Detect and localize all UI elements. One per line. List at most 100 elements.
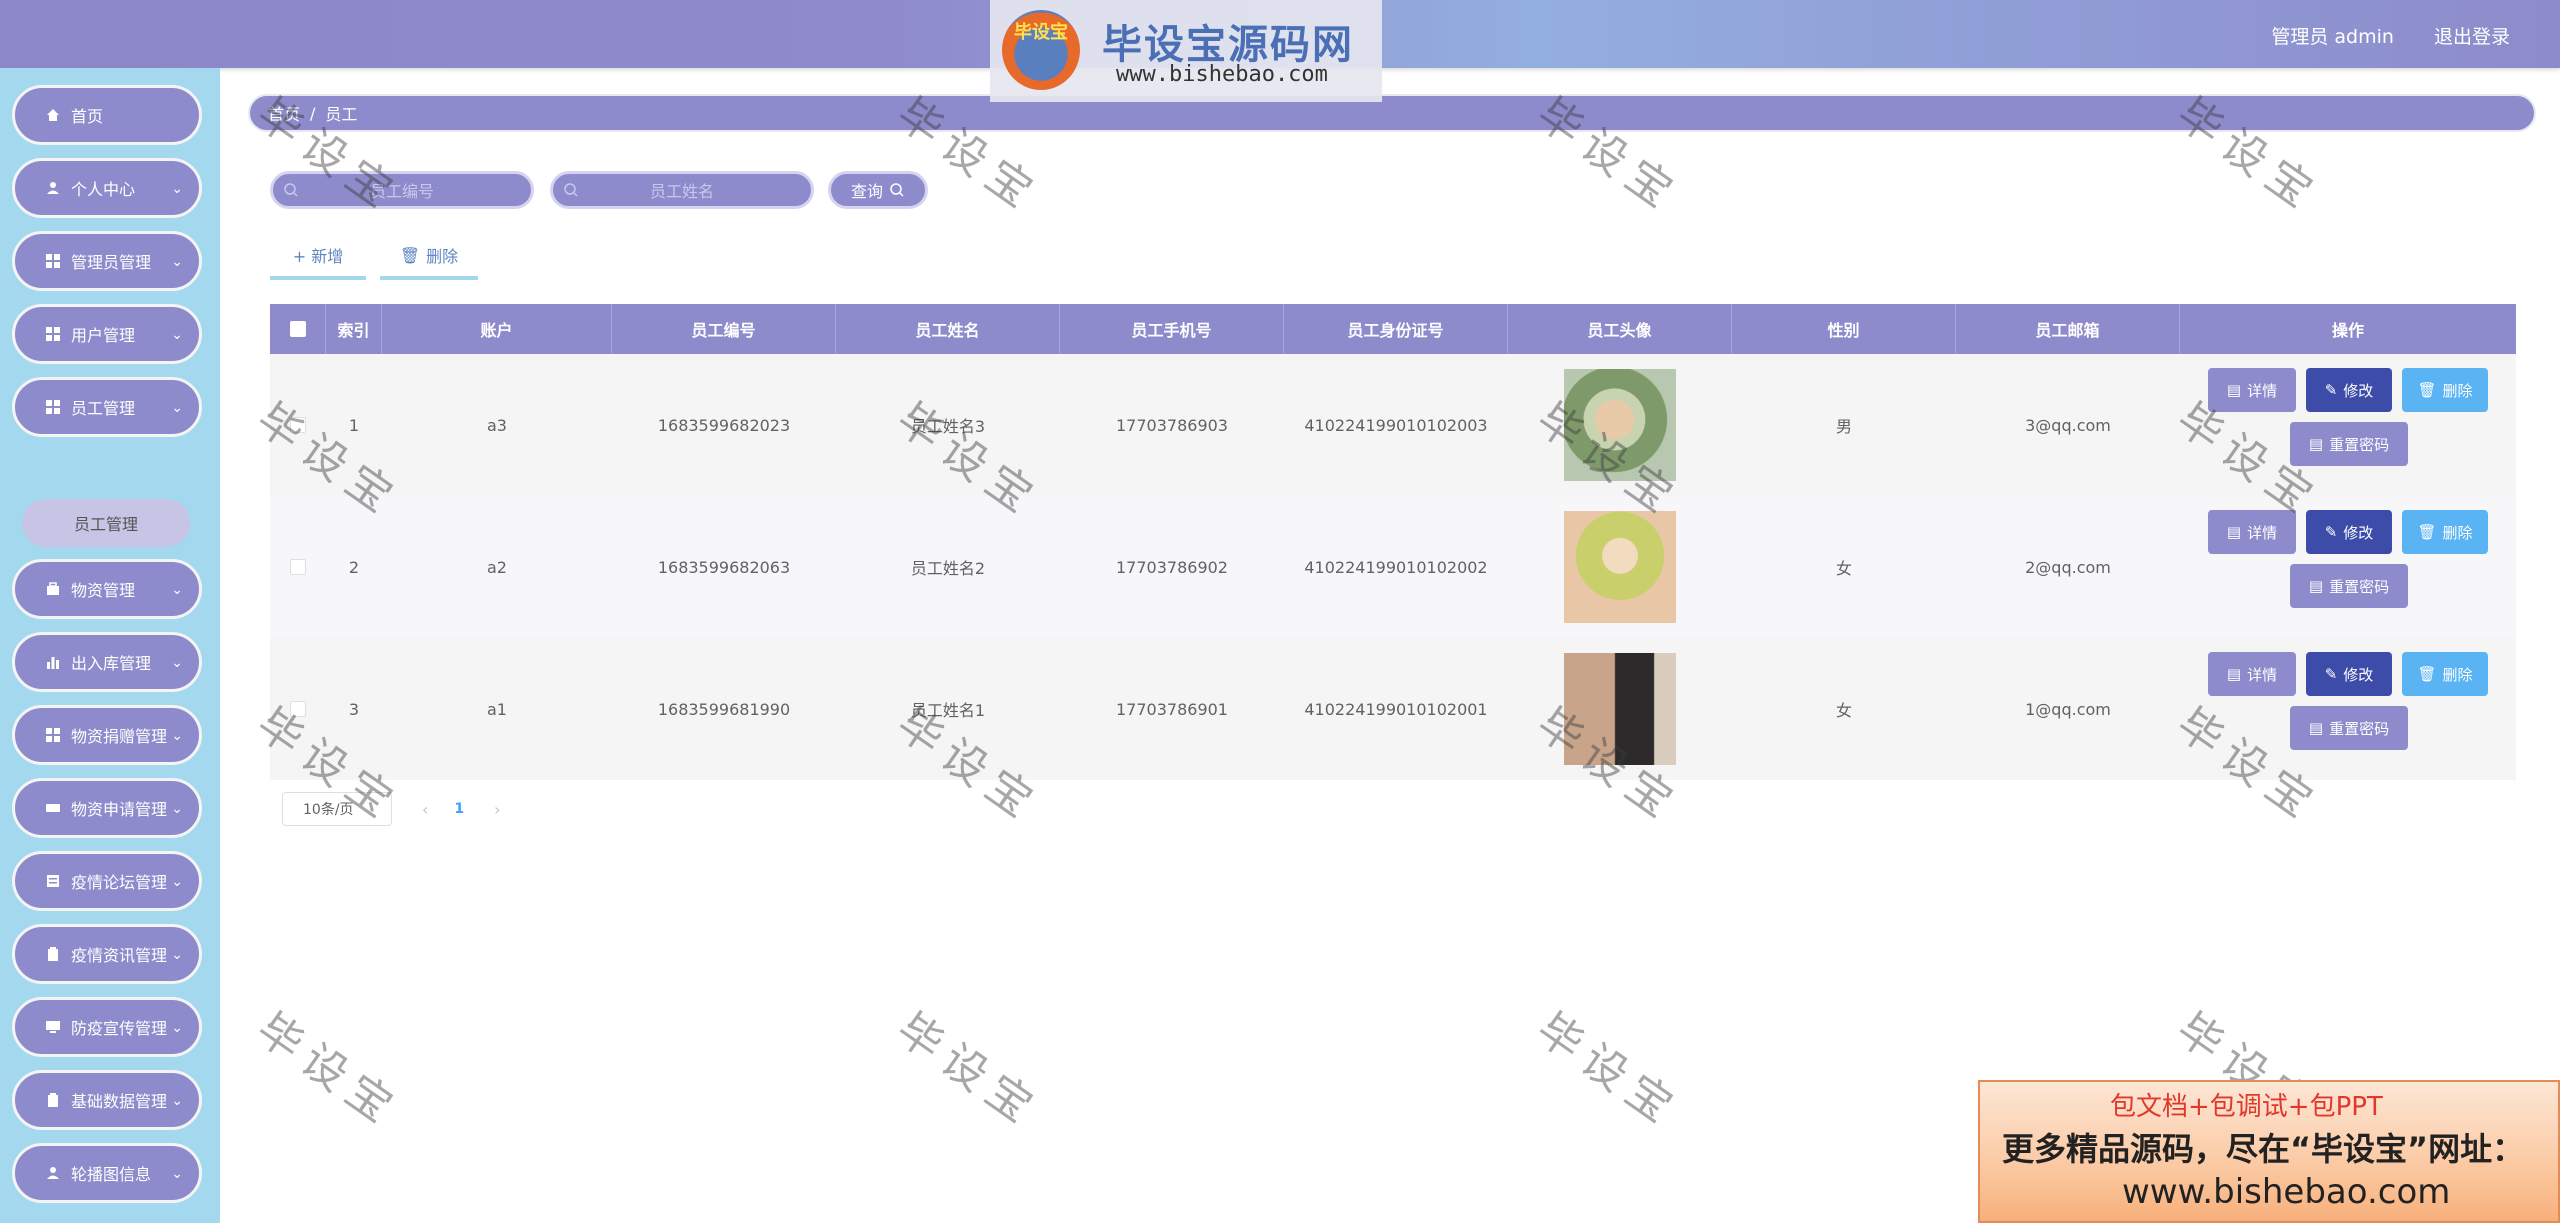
sidebar-item-home[interactable]: 首页	[12, 85, 202, 145]
edit-icon: ✎	[2324, 381, 2338, 399]
edit-icon: ✎	[2324, 665, 2338, 683]
chevron-down-icon: ⌄	[171, 801, 183, 817]
employee-avatar-image	[1564, 369, 1676, 481]
page-number-current[interactable]: 1	[454, 801, 464, 817]
edit-button[interactable]: ✎ 修改	[2306, 652, 2392, 696]
sidebar-subitem-employee-management[interactable]: 员工管理	[22, 499, 190, 547]
promo-line-3: www.bishebao.com	[2122, 1172, 2451, 1212]
sidebar-item-label: 物资捐赠管理	[71, 727, 168, 746]
row-checkbox-cell	[270, 496, 326, 638]
edit-button-label: 修改	[2343, 381, 2374, 400]
sidebar-item-donation-management[interactable]: 物资捐赠管理 ⌄	[12, 705, 202, 765]
cell-account: a3	[487, 415, 507, 435]
cell-gender: 女	[1835, 701, 1852, 720]
employee-no-placeholder: 员工编号	[369, 182, 434, 201]
cell-phone: 17703786901	[1116, 699, 1228, 719]
chevron-down-icon: ⌄	[171, 181, 183, 197]
delete-button[interactable]: 🗑 删除	[2402, 510, 2488, 554]
cell-operations: ▤ 详情 ✎ 修改 🗑 删除 ▤ 重置密码	[2180, 638, 2516, 780]
detail-button[interactable]: ▤ 详情	[2208, 652, 2296, 696]
select-all-checkbox[interactable]	[289, 321, 306, 337]
sidebar-item-label: 物资管理	[71, 581, 136, 600]
sidebar-item-supplies-management[interactable]: 物资管理 ⌄	[12, 559, 202, 619]
cell-employee-name: 员工姓名1	[910, 701, 986, 720]
grid-icon	[45, 399, 61, 415]
reset-password-label: 重置密码	[2329, 435, 2390, 454]
employee-avatar-image	[1564, 511, 1676, 623]
chevron-down-icon: ⌄	[171, 728, 183, 744]
monitor-icon	[45, 1019, 61, 1035]
home-icon	[45, 107, 61, 123]
sidebar-item-inout-management[interactable]: 出入库管理 ⌄	[12, 632, 202, 692]
sidebar-item-label: 防疫宣传管理	[71, 1019, 168, 1038]
trash-icon: 🗑	[2417, 665, 2437, 683]
sidebar-item-user-management[interactable]: 用户管理 ⌄	[12, 304, 202, 364]
clipboard-icon	[45, 946, 61, 962]
query-button[interactable]: 查询	[828, 171, 928, 209]
document-icon: ▤	[2308, 719, 2324, 737]
chevron-down-icon: ⌄	[171, 254, 183, 270]
cell-employee-name: 员工姓名3	[910, 417, 986, 436]
sidebar-item-employee-management[interactable]: 员工管理 ⌄	[12, 377, 202, 437]
row-checkbox[interactable]	[290, 701, 306, 717]
sidebar-item-label: 轮播图信息	[71, 1165, 152, 1184]
reset-password-button[interactable]: ▤ 重置密码	[2290, 564, 2408, 608]
delete-button[interactable]: 🗑 删除	[2402, 652, 2488, 696]
top-right-user-area: 管理员 admin 退出登录	[2237, 22, 2510, 49]
user-icon	[45, 180, 61, 196]
detail-button[interactable]: ▤ 详情	[2208, 368, 2296, 412]
employee-table: 索引 账户 员工编号 员工姓名 员工手机号 员工身份证号 员工头像 性别 员工邮…	[270, 304, 2516, 780]
sidebar-item-publicity-management[interactable]: 防疫宣传管理 ⌄	[12, 997, 202, 1057]
batch-delete-button[interactable]: 🗑 删除	[380, 234, 478, 280]
sidebar-item-forum-management[interactable]: 疫情论坛管理 ⌄	[12, 851, 202, 911]
cell-id-card: 410224199010102003	[1304, 415, 1488, 435]
sidebar-item-application-management[interactable]: 物资申请管理 ⌄	[12, 778, 202, 838]
sidebar-item-personal-center[interactable]: 个人中心 ⌄	[12, 158, 202, 218]
breadcrumb-home[interactable]: 首页	[268, 101, 300, 125]
cell-account: a1	[487, 699, 507, 719]
reset-password-button[interactable]: ▤ 重置密码	[2290, 422, 2408, 466]
cell-index: 2	[348, 557, 360, 577]
sidebar-item-news-management[interactable]: 疫情资讯管理 ⌄	[12, 924, 202, 984]
trash-icon: 🗑	[2417, 381, 2437, 399]
row-checkbox[interactable]	[290, 559, 306, 575]
chevron-down-icon: ⌄	[171, 874, 183, 890]
clipboard-icon	[45, 1092, 61, 1108]
delete-button[interactable]: 🗑 删除	[2402, 368, 2488, 412]
cell-operations: ▤ 详情 ✎ 修改 🗑 删除 ▤ 重置密码	[2180, 354, 2516, 496]
sidebar-item-basic-data-management[interactable]: 基础数据管理 ⌄	[12, 1070, 202, 1130]
search-icon	[564, 183, 578, 197]
promo-line-2: 更多精品源码，尽在“毕设宝”网址：	[2002, 1130, 2525, 1168]
cell-employee-name: 员工姓名2	[910, 559, 986, 578]
grid-icon	[45, 253, 61, 269]
cell-phone: 17703786903	[1116, 415, 1228, 435]
column-header: 员工邮箱	[1956, 304, 2180, 354]
logout-link[interactable]: 退出登录	[2434, 26, 2510, 48]
employee-no-search-input[interactable]: 员工编号	[270, 171, 534, 209]
user-icon	[45, 1165, 61, 1181]
logo-emblem-icon: 毕设宝	[1002, 10, 1080, 90]
sidebar-item-carousel-info[interactable]: 轮播图信息 ⌄	[12, 1143, 202, 1203]
reset-password-button[interactable]: ▤ 重置密码	[2290, 706, 2408, 750]
page-size-select[interactable]: 10条/页	[282, 792, 392, 826]
next-page-icon[interactable]: ›	[494, 800, 500, 819]
cell-avatar	[1508, 354, 1732, 496]
sidebar: 首页 个人中心 ⌄ 管理员管理 ⌄ 用户管理 ⌄ 员工管理 ⌄ 员工管理 物资管…	[0, 68, 220, 1223]
edit-button[interactable]: ✎ 修改	[2306, 510, 2392, 554]
search-icon	[284, 183, 298, 197]
query-button-label: 查询	[850, 182, 883, 201]
cell-index: 1	[348, 415, 360, 435]
column-header: 员工头像	[1508, 304, 1732, 354]
row-checkbox[interactable]	[290, 417, 306, 433]
detail-button[interactable]: ▤ 详情	[2208, 510, 2296, 554]
cell-employee-no: 1683599682063	[657, 557, 791, 577]
select-all-checkbox-cell	[270, 304, 326, 354]
sidebar-item-admin-management[interactable]: 管理员管理 ⌄	[12, 231, 202, 291]
column-header: 账户	[382, 304, 612, 354]
delete-button-label: 删除	[2442, 381, 2473, 400]
prev-page-icon[interactable]: ‹	[422, 800, 428, 819]
add-button[interactable]: + 新增	[270, 234, 366, 280]
chevron-down-icon: ⌄	[171, 1020, 183, 1036]
edit-button[interactable]: ✎ 修改	[2306, 368, 2392, 412]
employee-name-search-input[interactable]: 员工姓名	[550, 171, 814, 209]
